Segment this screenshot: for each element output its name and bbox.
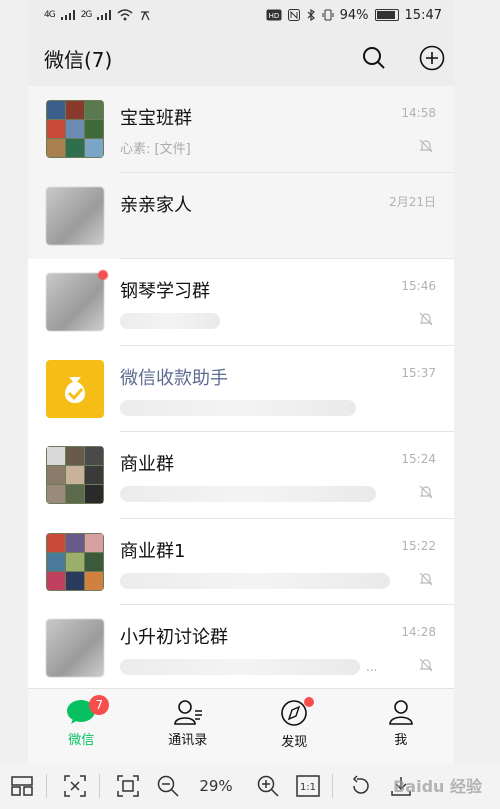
chat-time: 15:37 [401,365,436,380]
search-button[interactable] [360,44,388,72]
group-avatar [46,532,104,591]
chat-item[interactable]: 商业群 15:24 [28,432,454,519]
group-avatar [46,446,104,504]
signal-4g: 4G [44,10,56,20]
blurred-preview [120,399,356,416]
chat-preview: 心素: [文件] [120,142,191,157]
unread-count-badge: 7 [89,695,110,715]
chat-time: 15:46 [401,279,436,293]
tab-label: 微信 [68,733,95,748]
tab-label: 通讯录 [168,733,208,748]
chat-item[interactable]: 钢琴学习群 15:46 [28,259,454,346]
chat-item[interactable]: 宝宝班群 心素: [文件] 14:58 [28,86,454,173]
watermark-logo: Baidu 经验 [393,777,482,796]
chat-item[interactable]: 小升初讨论群 ... 14:28 [28,605,454,692]
person-icon [388,700,413,725]
chat-time: 14:58 [401,106,436,120]
mute-bell-icon [419,658,433,672]
zoom-out-icon [157,775,179,797]
phone-screen: 4G 2G HD 94% 15:47 微信(7) 宝宝班群 心素: [文件] 1… [28,0,454,763]
actual-size-icon: 1:1 [296,775,320,797]
tab-me[interactable]: 我 [348,689,455,763]
money-bag-icon [65,376,85,403]
group-avatar [46,186,104,245]
blurred-preview [120,659,360,675]
blurred-preview [120,486,376,502]
search-icon [363,47,385,69]
chat-time: 14:28 [401,625,436,639]
mute-bell-icon [419,312,433,326]
fit-screen-button[interactable] [57,768,93,804]
group-avatar [46,100,104,158]
svg-text:1:1: 1:1 [300,782,316,793]
chat-time: 15:24 [401,452,436,466]
battery-icon [374,9,399,21]
wifi-icon [117,9,133,21]
group-avatar [46,619,104,677]
image-viewer-toolbar: 29% 1:1 Baidu 经验 [0,763,500,809]
rotate-icon [352,775,369,794]
group-avatar [46,270,108,331]
chat-item[interactable]: 亲亲家人 2月21日 [28,172,454,259]
tab-chats[interactable]: 7 微信 [28,689,135,763]
chat-time: 15:22 [401,538,436,553]
mute-bell-icon [419,139,433,153]
actual-size-button[interactable]: 1:1 [290,768,326,804]
tab-label: 我 [394,733,408,748]
battery-percent: 94% [339,7,369,23]
nfc-icon [287,9,300,21]
chat-preview-ellipsis: ... [366,660,378,674]
svg-text:HD: HD [268,12,279,20]
crop-icon [117,775,139,797]
mute-bell-icon [419,485,433,499]
page-title: 微信(7) [44,47,113,72]
tab-contacts[interactable]: 通讯录 [135,689,242,763]
tab-label: 发现 [281,735,308,750]
chat-preview [120,225,454,245]
status-bar: 4G 2G HD 94% 15:47 [28,0,454,30]
chat-item[interactable]: 商业群1 15:22 [28,518,454,605]
clock: 15:47 [404,7,442,23]
chat-time: 2月21日 [389,194,436,209]
zoom-in-icon [257,775,279,797]
signal-icon [60,10,75,20]
zoom-in-button[interactable] [250,768,286,804]
unread-dot [98,270,108,280]
pay-assistant-avatar [46,359,104,418]
tab-discover[interactable]: 发现 [241,689,348,763]
plus-circle-icon [419,45,445,71]
rotate-button[interactable] [343,768,379,804]
signal-2g: 2G [80,10,93,20]
layout-button[interactable] [4,768,40,804]
crop-button[interactable] [110,768,146,804]
hd-icon: HD [266,9,282,21]
vibrate-icon [322,9,334,21]
zoom-out-button[interactable] [150,768,186,804]
signal-icon [97,10,112,20]
blurred-preview [120,572,390,589]
layout-icon [11,776,33,796]
blurred-preview [120,313,220,329]
chat-list: 宝宝班群 心素: [文件] 14:58 亲亲家人 2月21日 钢琴学习群 15:… [28,86,454,692]
mute-bell-icon [419,572,433,585]
new-dot [304,697,315,707]
add-button[interactable] [418,44,446,72]
fit-screen-icon [64,775,86,797]
bluetooth-icon [307,9,315,21]
zoom-level: 29% [199,777,233,795]
translate-icon [141,11,150,21]
chat-item[interactable]: 微信收款助手 15:37 [28,345,454,432]
contacts-icon [173,700,202,725]
bottom-tab-bar: 7 微信 通讯录 发现 我 [28,688,454,763]
app-header: 微信(7) [28,30,454,86]
